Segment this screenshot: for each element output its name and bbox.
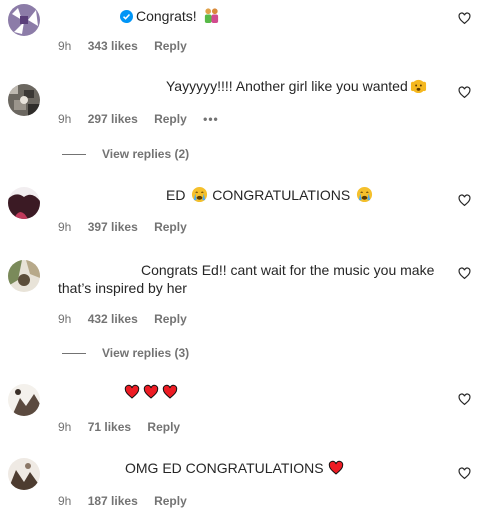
comment-text: Congrats! [118, 6, 445, 26]
likes-count[interactable]: 397 likes [88, 220, 138, 234]
heart-outline-icon[interactable] [458, 393, 471, 406]
comment-body-line2: that’s inspired by her [58, 280, 187, 296]
view-replies-label: View replies (3) [102, 346, 190, 360]
more-options-button[interactable]: ••• [203, 112, 219, 126]
avatar[interactable] [8, 4, 40, 36]
likes-count[interactable]: 187 likes [88, 494, 138, 508]
timestamp: 9h [58, 220, 72, 234]
comment-body: CONGRATULATIONS [208, 187, 355, 203]
comment-meta: 9h 71 likes Reply [58, 419, 193, 435]
divider-line [62, 154, 86, 156]
avatar[interactable] [8, 260, 40, 292]
comment-text: that’s inspired by her [58, 278, 445, 298]
comment-text: Yayyyyy!!!! Another girl like you wanted [166, 76, 445, 96]
reply-button[interactable]: Reply [147, 420, 180, 434]
reply-button[interactable]: Reply [154, 494, 187, 508]
comment-meta: 9h 343 likes Reply [58, 38, 200, 54]
comment-text: ED CONGRATULATIONS [166, 185, 445, 205]
reply-button[interactable]: Reply [154, 220, 187, 234]
timestamp: 9h [58, 112, 72, 126]
avatar[interactable] [8, 458, 40, 490]
couple-emoji-icon [204, 8, 218, 24]
likes-count[interactable]: 432 likes [88, 312, 138, 326]
divider-line [62, 353, 86, 355]
heart-outline-icon[interactable] [458, 267, 471, 280]
likes-count[interactable]: 71 likes [88, 420, 131, 434]
comment-text: Congrats Ed!! cant wait for the music yo… [141, 260, 445, 280]
likes-count[interactable]: 297 likes [88, 112, 138, 126]
heart-outline-icon[interactable] [458, 86, 471, 99]
comment-body: Congrats! [136, 8, 201, 24]
crying-face-emoji-icon [357, 186, 373, 203]
heart-outline-icon[interactable] [458, 12, 471, 25]
comment-body: OMG ED CONGRATULATIONS [125, 460, 328, 476]
red-heart-emoji-icon [124, 384, 140, 399]
avatar[interactable] [8, 384, 40, 416]
comment-text [124, 382, 445, 402]
view-replies-button[interactable]: View replies (2) [62, 147, 189, 161]
timestamp: 9h [58, 312, 72, 326]
reply-button[interactable]: Reply [154, 112, 187, 126]
crying-face-emoji-icon [192, 186, 208, 203]
reply-button[interactable]: Reply [154, 39, 187, 53]
likes-count[interactable]: 343 likes [88, 39, 138, 53]
comment-prefix: ED [166, 187, 190, 203]
comment-meta: 9h 297 likes Reply ••• [58, 111, 232, 127]
comment-meta: 9h 397 likes Reply [58, 219, 200, 235]
comment-body-line1: Congrats Ed!! cant wait for the music yo… [141, 262, 435, 278]
red-heart-emoji-icon [328, 460, 343, 475]
avatar[interactable] [8, 187, 40, 219]
heart-outline-icon[interactable] [458, 194, 471, 207]
timestamp: 9h [58, 494, 72, 508]
verified-badge-icon [120, 10, 133, 23]
heart-outline-icon[interactable] [458, 467, 471, 480]
timestamp: 9h [58, 420, 72, 434]
comment-body: Yayyyyy!!!! Another girl like you wanted [166, 78, 408, 94]
red-heart-emoji-icon [162, 384, 178, 399]
red-heart-emoji-icon [143, 384, 159, 399]
pouting-face-emoji-icon [410, 79, 426, 94]
comment-meta: 9h 432 likes Reply [58, 311, 200, 327]
timestamp: 9h [58, 39, 72, 53]
comment-meta: 9h 187 likes Reply [58, 493, 200, 509]
view-replies-label: View replies (2) [102, 147, 190, 161]
comment-text: OMG ED CONGRATULATIONS [125, 458, 445, 478]
avatar[interactable] [8, 84, 40, 116]
reply-button[interactable]: Reply [154, 312, 187, 326]
view-replies-button[interactable]: View replies (3) [62, 346, 189, 360]
